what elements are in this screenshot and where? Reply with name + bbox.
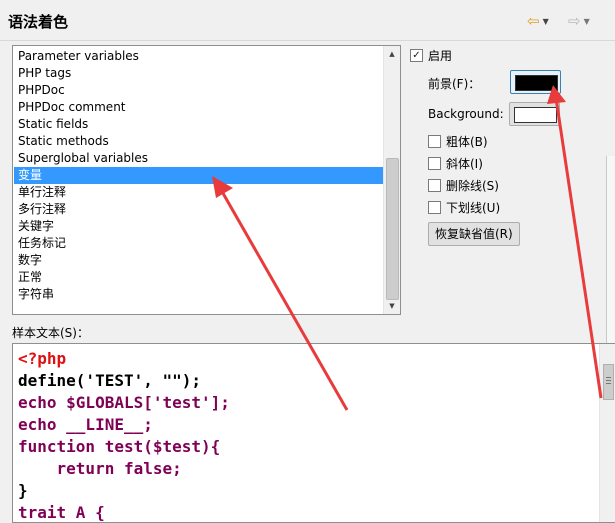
annotation-arrow-line <box>554 97 603 399</box>
annotation-arrow-line <box>218 187 349 411</box>
annotation-arrows <box>212 85 603 411</box>
arrow-to-selected-item <box>212 176 349 411</box>
arrow-to-foreground-color <box>547 85 603 399</box>
annotation-arrowhead-icon <box>547 85 566 104</box>
